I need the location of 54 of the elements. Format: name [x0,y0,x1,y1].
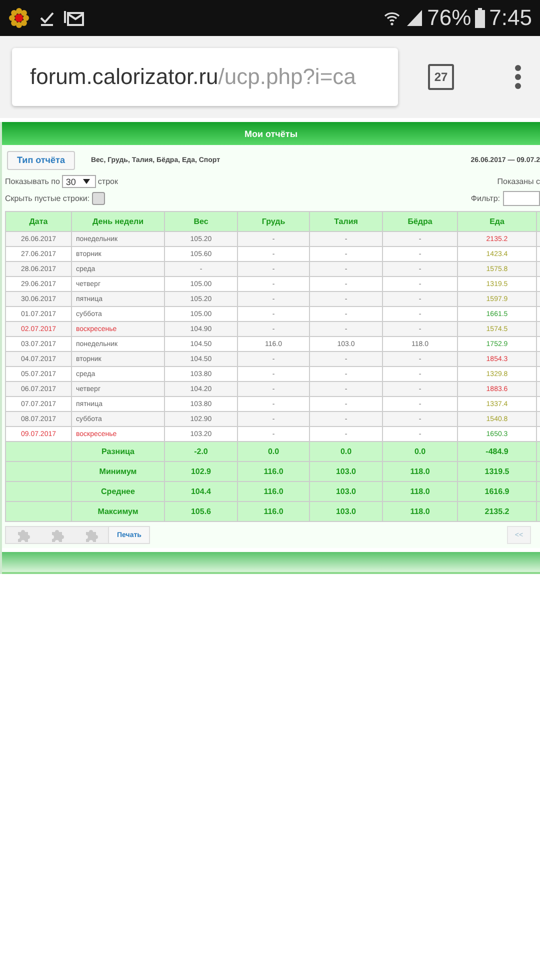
summary-value: 103.0 [310,482,382,502]
summary-value: 1319.5 [458,462,536,482]
summary-value: 0.0 [310,442,382,462]
puzzle-icon[interactable] [50,528,64,542]
rows-per-page-select[interactable]: 30 [62,175,96,188]
column-header: Вес [164,212,238,232]
report-type-button[interactable]: Тип отчёта [7,150,75,170]
summary-value: -484.9 [458,442,536,462]
summary-label: Максимум [72,502,164,522]
summary-value: 102.9 [164,462,238,482]
flower-icon [8,7,30,29]
summary-value: 116.0 [238,482,310,502]
column-header: Дата [6,212,72,232]
mail-icon [64,9,84,27]
column-header: День недели [72,212,164,232]
summary-value: 0.0 [238,442,310,462]
summary-value: 2135.2 [458,502,536,522]
summary-value: 118.0 [382,502,458,522]
signal-icon [405,9,424,27]
hide-empty-label: Скрыть пустые строки: [5,194,90,203]
summary-value: 103.0 [310,462,382,482]
summary-label: Разница [72,442,164,462]
filter-field[interactable] [503,191,540,206]
summary-value: 1616.9 [458,482,536,502]
summary-value: 118.0 [382,482,458,502]
rows-label: строк [98,177,118,186]
column-header: Еда [458,212,536,232]
summary-label: Минимум [72,462,164,482]
filter-label: Фильтр: [470,194,500,203]
menu-icon[interactable] [514,64,522,90]
shown-text: Показаны с [497,177,540,186]
clock-time: 7:45 [489,5,532,31]
summary-value: 0.0 [382,442,458,462]
column-header: Бёдра [382,212,458,232]
panel-header: Мои отчёты [2,122,540,145]
summary-value: -2.0 [164,442,238,462]
summary-value: 116.0 [238,502,310,522]
summary-value: 116.0 [238,462,310,482]
puzzle-icon[interactable] [84,528,98,542]
column-header: Грудь [238,212,310,232]
hide-empty-checkbox[interactable] [92,192,105,205]
battery-percent: 76% [427,5,472,31]
summary-label: Среднее [72,482,164,502]
summary-value: 105.6 [164,502,238,522]
battery-icon [475,8,486,28]
summary-value: 118.0 [382,462,458,482]
dropdown-arrow-icon [82,179,90,184]
summary-value: 104.4 [164,482,238,502]
puzzle-icon[interactable] [16,528,30,542]
show-label: Показывать по [5,177,60,186]
tab-count-button[interactable]: 27 [428,64,454,90]
column-header: Талия [310,212,382,232]
address-bar[interactable]: forum.calorizator.ru/ucp.php?i=ca [12,48,398,106]
summary-value: 103.0 [310,502,382,522]
